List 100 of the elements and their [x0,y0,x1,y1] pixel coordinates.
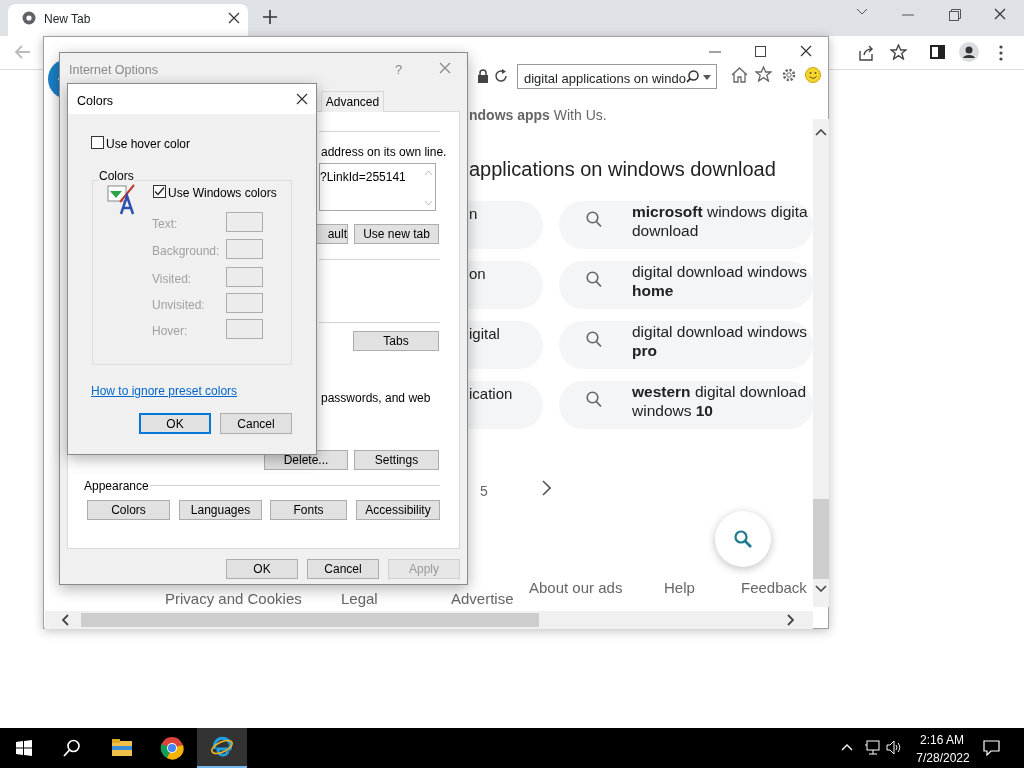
suggestion-text: igital [469,324,500,344]
suggestion-card[interactable]: microsoft windows digita download [559,201,813,249]
dialog-button[interactable]: OK [226,559,298,579]
section-label: Appearance [84,478,149,495]
browser-tab[interactable] [8,4,248,36]
results-heading: applications on windows download [469,157,776,182]
start-icon[interactable] [16,740,32,756]
suggestion-card[interactable]: digital download windows home [559,261,813,309]
scroll-up-icon [424,170,433,175]
maximize-icon[interactable] [755,46,766,57]
scroll-thumb[interactable] [81,613,539,627]
appearance-button[interactable]: Colors [87,500,170,520]
scroll-down-icon[interactable] [815,585,827,592]
scroll-down-icon [424,200,433,205]
color-label: Visited: [152,271,192,288]
close-icon[interactable] [228,12,240,24]
clock-date[interactable]: 7/28/2022 [912,749,974,767]
color-label: Background: [152,243,220,260]
star-icon[interactable] [755,66,772,82]
side-panel-icon[interactable] [930,45,945,59]
appearance-button[interactable]: Languages [179,500,262,520]
share-icon[interactable] [858,45,874,61]
search-icon [586,271,602,288]
vertical-scrollbar[interactable] [813,119,829,607]
dialog-button: Apply [388,559,460,579]
home-text: address on its own line. [321,144,447,161]
dropdown-icon[interactable] [703,75,711,80]
menu-icon[interactable] [999,45,1003,61]
browser-logo-icon [210,735,234,759]
scroll-up-icon[interactable] [815,129,827,136]
lock-icon [477,69,489,83]
search-icon[interactable] [686,70,699,83]
footer-link[interactable]: About our ads [529,579,623,596]
scroll-right-icon[interactable] [787,614,795,626]
taskbar-button[interactable] [197,728,247,768]
suggestion-card[interactable]: western digital download windows 10 [559,381,813,429]
footer-link[interactable]: Feedback [741,579,807,596]
suggestion-text: western digital download windows 10 [632,382,807,420]
search-icon [586,391,602,408]
footer-link[interactable]: Advertise [451,590,514,607]
appearance-button[interactable]: Fonts [270,500,347,520]
tabs-button[interactable]: Tabs [353,331,439,351]
network-icon[interactable] [864,740,880,755]
footer-link[interactable]: Help [664,579,695,596]
suggestion-text: digital download windows home [632,262,807,300]
clock-time[interactable]: 2:16 AM [916,731,968,749]
restore-icon[interactable] [949,9,961,21]
checkbox[interactable] [153,185,166,198]
intro-text: ndows apps With Us. [469,106,607,125]
suggestion-card[interactable]: digital download windows pro [559,321,813,369]
ignore-colors-link[interactable]: How to ignore preset colors [91,382,238,400]
scroll-thumb[interactable] [813,499,829,579]
footer-link[interactable]: Legal [341,590,378,607]
dialog-button[interactable]: Cancel [220,413,292,434]
search-button[interactable] [715,511,771,567]
dialog-tab[interactable]: Advanced [321,91,384,112]
chevron-up-icon[interactable] [841,744,853,751]
dialog-title: Colors [77,93,114,110]
appearance-button[interactable]: Accessibility [356,500,440,520]
dialog-button[interactable]: Cancel [307,559,379,579]
footer-link[interactable]: Privacy and Cookies [165,590,302,607]
next-page-icon[interactable] [542,480,551,496]
profile-icon[interactable] [959,42,979,62]
notification-icon[interactable] [983,740,1000,756]
suggestion-text: digital download windows pro [632,322,807,360]
search-icon [586,211,602,228]
scroll-left-icon[interactable] [61,614,69,626]
color-label: Hover: [152,323,188,340]
close-icon[interactable] [296,93,308,105]
use-new-tab-button[interactable]: Use new tab [354,224,439,244]
checkbox-label: Use Windows colors [168,185,277,202]
page-link[interactable]: 5 [480,481,488,502]
color-label: Unvisited: [152,297,205,314]
checkbox-label: Use hover color [106,136,191,153]
star-icon[interactable] [890,44,907,60]
search-icon [586,331,602,348]
settings-icon[interactable] [781,67,797,83]
homepage-field[interactable]: ?LinkId=255141 [319,163,436,211]
tab-title: New Tab [44,11,91,28]
dialog-button[interactable]: OK [139,413,211,434]
settings-button[interactable]: Settings [354,450,439,470]
suggestion-text: n [469,204,478,224]
suggestion-text: ication [469,384,513,404]
search-field[interactable]: digital applications on windo [517,64,717,89]
suggestion-text: microsoft windows digita download [632,202,808,240]
search-icon [734,530,752,548]
color-label: Text: [152,216,178,233]
volume-icon[interactable] [886,740,902,755]
checkbox[interactable] [91,136,104,149]
close-icon[interactable] [800,45,812,57]
dialog-title: Internet Options [69,62,158,79]
horizontal-scrollbar[interactable] [45,611,813,629]
suggestion-text: on [469,264,486,284]
refresh-icon[interactable] [494,69,508,83]
home-icon[interactable] [731,67,748,83]
close-icon[interactable] [994,8,1006,20]
search-icon[interactable] [63,739,81,757]
smiley-icon[interactable] [805,67,821,83]
chevron-down-icon[interactable] [856,8,868,16]
new-tab-icon[interactable] [263,10,277,24]
